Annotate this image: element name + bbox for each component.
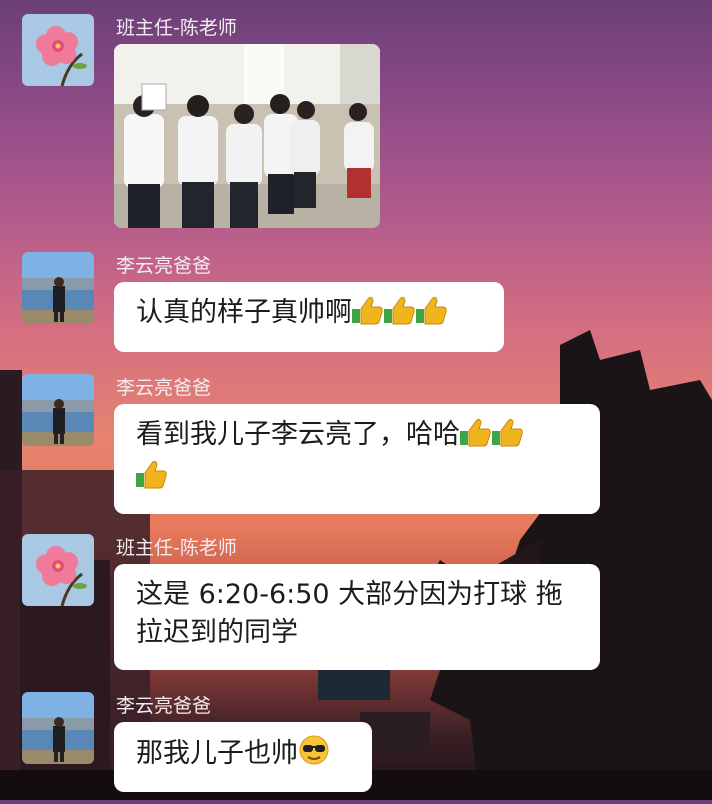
sender-name: 李云亮爸爸: [116, 255, 212, 277]
man-by-lake-avatar-icon: [22, 692, 94, 764]
message-text-line-2: 拉迟到的同学: [136, 617, 298, 648]
avatar[interactable]: [22, 14, 94, 86]
thumbs-up-icon: [384, 295, 416, 336]
message-text: 看到我儿子李云亮了，哈哈: [136, 419, 460, 450]
avatar[interactable]: [22, 252, 94, 324]
sender-name: 班主任-陈老师: [116, 537, 237, 559]
thumbs-up-icon: [460, 417, 492, 458]
thumbs-up-icon: [492, 417, 524, 458]
thumbs-up-icon: [136, 459, 168, 500]
message-text: 认真的样子真帅啊: [136, 297, 352, 328]
avatar[interactable]: [22, 374, 94, 446]
peach-blossom-avatar-icon: [22, 14, 94, 86]
sunglasses-emoji-icon: [298, 734, 330, 777]
sender-name: 班主任-陈老师: [116, 17, 237, 39]
message-bubble[interactable]: 这是 6:20-6:50 大部分因为打球 拖 拉迟到的同学: [114, 564, 600, 670]
man-by-lake-avatar-icon: [22, 374, 94, 446]
message-text: 那我儿子也帅: [136, 738, 298, 769]
peach-blossom-avatar-icon: [22, 534, 94, 606]
sender-name: 李云亮爸爸: [116, 377, 212, 399]
sender-name: 李云亮爸爸: [116, 695, 212, 717]
message-bubble[interactable]: 看到我儿子李云亮了，哈哈: [114, 404, 600, 514]
message-text-line-1: 这是 6:20-6:50 大部分因为打球 拖: [136, 579, 563, 610]
message-bubble[interactable]: 认真的样子真帅啊: [114, 282, 504, 352]
message-bubble[interactable]: 那我儿子也帅: [114, 722, 372, 792]
thumbs-up-icon: [416, 295, 448, 336]
man-by-lake-avatar-icon: [22, 252, 94, 324]
shared-photo[interactable]: [114, 44, 380, 228]
students-photo-image: [114, 44, 380, 228]
avatar[interactable]: [22, 692, 94, 764]
avatar[interactable]: [22, 534, 94, 606]
thumbs-up-icon: [352, 295, 384, 336]
